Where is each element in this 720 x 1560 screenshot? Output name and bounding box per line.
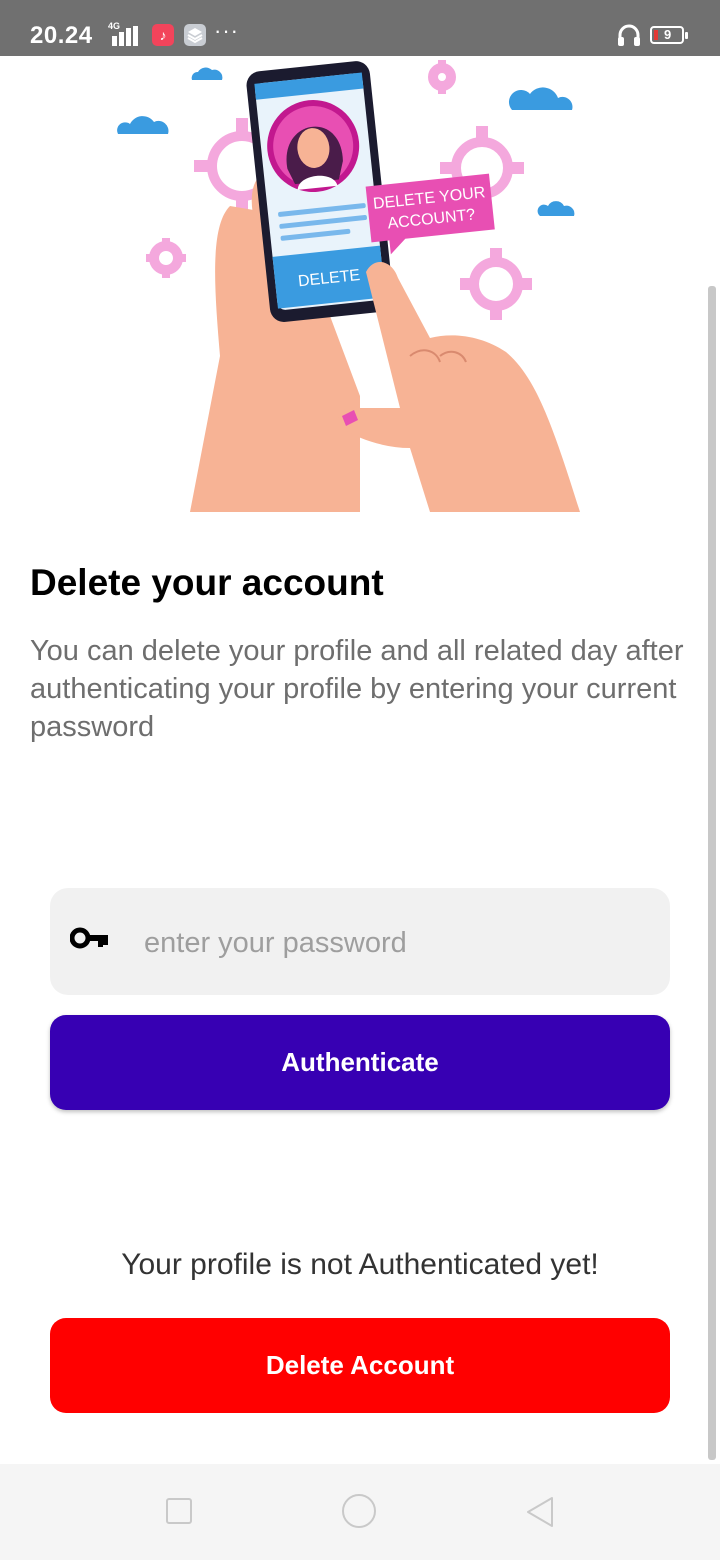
headset-icon: [616, 22, 642, 48]
navigation-bar: [0, 1464, 720, 1560]
password-field[interactable]: [50, 888, 670, 995]
signal-icon: 4G: [104, 21, 144, 48]
delete-account-illustration: DELETE DELETE YOUR ACCOUNT?: [110, 56, 590, 512]
battery-level: 9: [664, 27, 672, 42]
music-note-icon: ♪: [152, 24, 174, 46]
stack-icon: [184, 24, 206, 46]
home-icon[interactable]: [342, 1494, 376, 1528]
password-input[interactable]: [142, 912, 646, 974]
auth-status-text: Your profile is not Authenticated yet!: [121, 1248, 599, 1281]
recent-apps-icon[interactable]: [166, 1498, 192, 1524]
back-icon[interactable]: [522, 1494, 558, 1530]
scrollbar[interactable]: [708, 286, 716, 1460]
page-title: Delete your account: [30, 562, 384, 603]
status-time: 20.24: [30, 22, 93, 49]
network-type: 4G: [108, 21, 121, 31]
key-icon: [69, 926, 110, 956]
battery-icon: 9: [650, 26, 688, 44]
delete-account-button[interactable]: Delete Account: [50, 1318, 670, 1413]
authenticate-button[interactable]: Authenticate: [50, 1015, 670, 1110]
more-notifications-icon: ···: [214, 18, 239, 43]
page-description: You can delete your profile and all rela…: [30, 635, 684, 743]
status-bar: 20.24 4G ♪ ··· 9: [0, 0, 720, 56]
